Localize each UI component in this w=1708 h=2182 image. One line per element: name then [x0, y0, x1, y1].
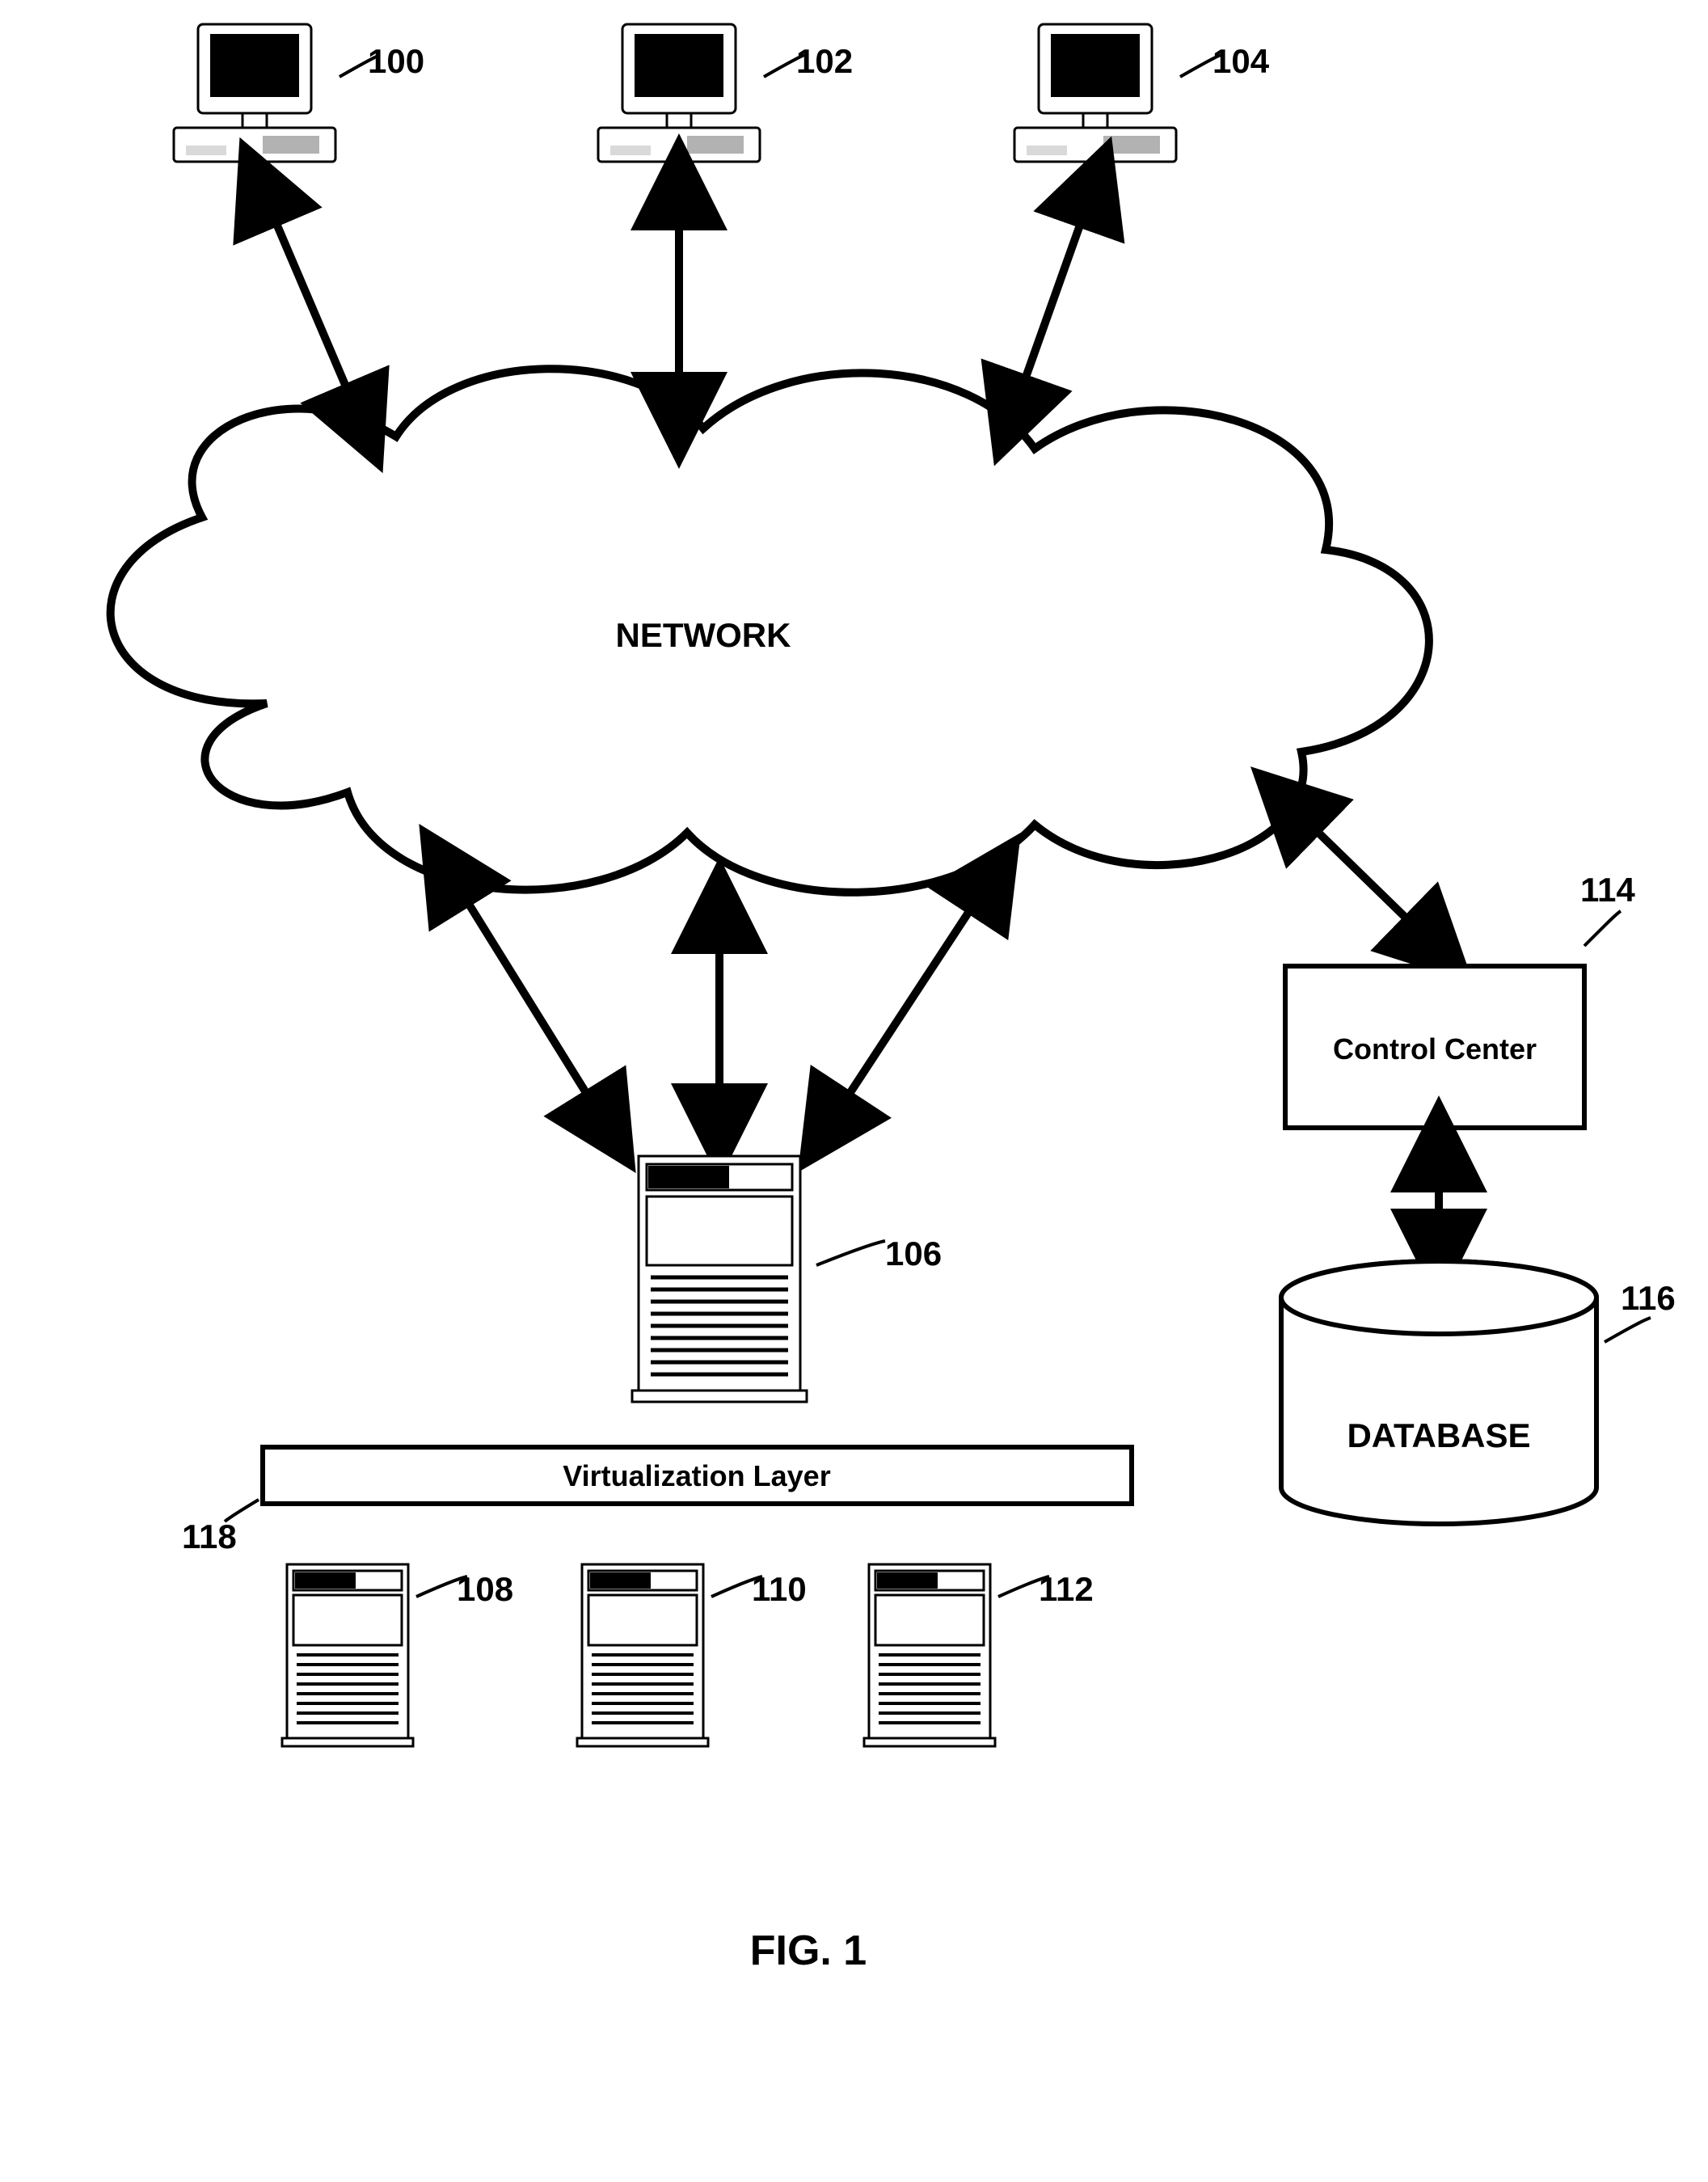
ref-114: 114: [1580, 871, 1635, 909]
ref-102: 102: [796, 42, 853, 80]
ref-116: 116: [1621, 1279, 1676, 1317]
ref-106: 106: [885, 1234, 942, 1272]
network-label: NETWORK: [616, 616, 791, 654]
server-main: [632, 1156, 807, 1402]
server-c: [864, 1564, 995, 1746]
figure-1-diagram: 100 102 104 NETWORK 106 Control Center 1…: [0, 0, 1708, 2182]
ref-104: 104: [1212, 42, 1270, 80]
client-pc-2: [598, 24, 760, 162]
server-b: [577, 1564, 708, 1746]
control-center-label: Control Center: [1333, 1032, 1537, 1066]
client-pc-1: [174, 24, 335, 162]
ref-112: 112: [1039, 1570, 1094, 1608]
client-pc-3: [1014, 24, 1176, 162]
ref-100: 100: [368, 42, 424, 80]
database-cylinder: DATABASE: [1281, 1261, 1596, 1524]
figure-caption: FIG. 1: [750, 1927, 867, 1974]
ref-110: 110: [752, 1570, 807, 1608]
virtualization-label: Virtualization Layer: [563, 1459, 830, 1492]
network-cloud: NETWORK: [111, 369, 1429, 893]
database-label: DATABASE: [1347, 1416, 1530, 1454]
server-a: [282, 1564, 413, 1746]
ref-118: 118: [182, 1517, 237, 1555]
ref-108: 108: [457, 1570, 513, 1608]
